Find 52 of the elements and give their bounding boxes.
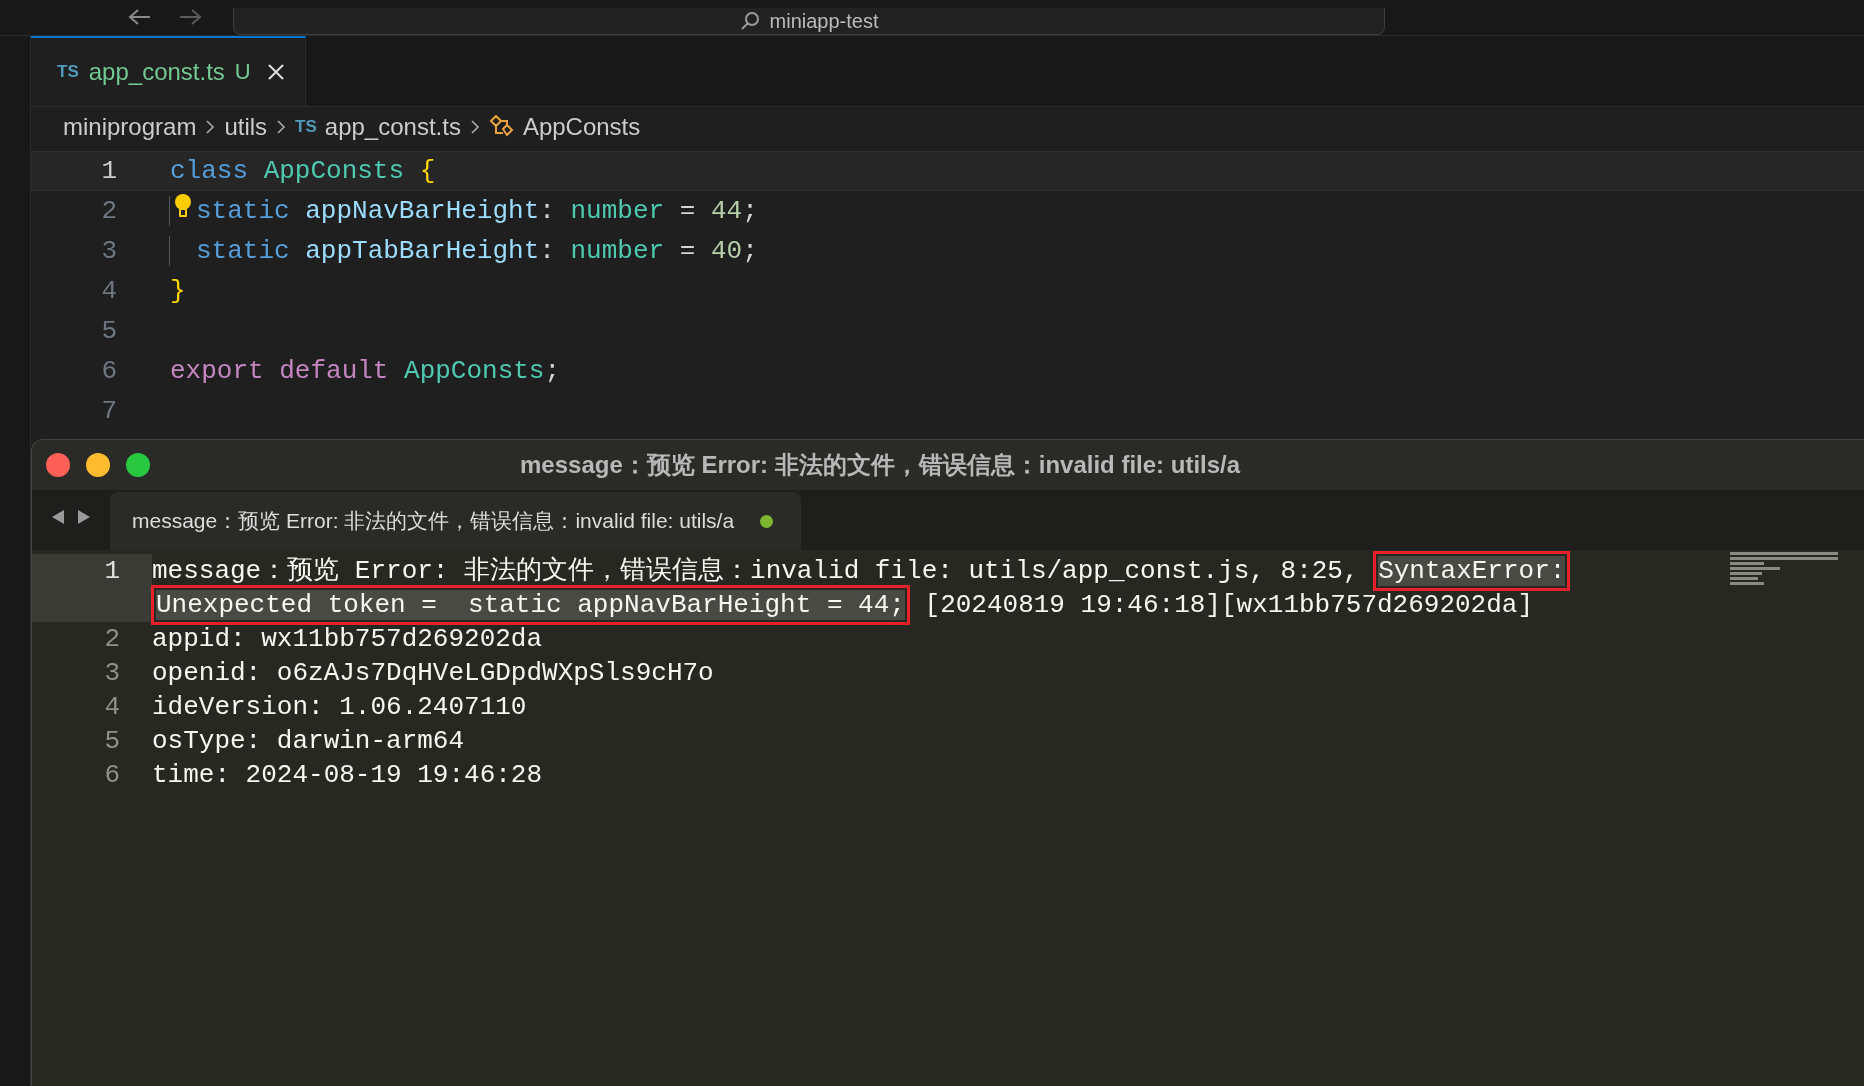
- class-icon: [488, 115, 515, 139]
- document-tab[interactable]: message：预览 Error: 非法的文件，错误信息：invalid file: utils/a: [110, 492, 802, 550]
- line-number: 4: [104, 692, 120, 722]
- back-arrow-icon[interactable]: [126, 7, 152, 27]
- log-text: openid: o6zAJs7DqHVeLGDpdWXpSls9cH7o: [152, 658, 714, 688]
- tab-label: app_const.ts: [88, 58, 225, 86]
- line-number: 1: [100, 156, 118, 186]
- close-icon[interactable]: [266, 63, 285, 81]
- close-window-button[interactable]: [46, 453, 70, 477]
- log-text: time: 2024-08-19 19:46:28: [152, 760, 543, 790]
- log-text: message：预览 Error: 非法的文件，错误信息：invalid file: utils/app_const.js, 8:25,: [152, 556, 1360, 586]
- line-number: 5: [100, 316, 118, 346]
- search-icon: [739, 11, 760, 31]
- line-number: 2: [104, 624, 120, 654]
- lightbulb-icon[interactable]: [174, 193, 192, 219]
- tab-label: message：预览 Error: 非法的文件，错误信息：invalid file: utils/a: [132, 508, 735, 534]
- window-title: message：预览 Error: 非法的文件，错误信息：invalid file: utils/a: [520, 450, 1241, 480]
- typescript-label: TS: [295, 117, 317, 137]
- line-number: 3: [100, 236, 118, 266]
- breadcrumb-item[interactable]: app_const.ts: [324, 113, 461, 141]
- typescript-label: TS: [57, 62, 79, 82]
- breadcrumb-item[interactable]: AppConsts: [522, 113, 641, 141]
- chevron-icon: [204, 118, 217, 136]
- log-text: [20240819 19:46:18][wx11bb757d269202da]: [923, 590, 1534, 620]
- chevron-icon: [275, 118, 288, 136]
- line-number: 6: [104, 760, 120, 790]
- minimize-window-button[interactable]: [86, 453, 110, 477]
- line-number: 4: [100, 276, 118, 306]
- previous-tab-icon[interactable]: [50, 508, 66, 526]
- log-text: osType: darwin-arm64: [152, 726, 465, 756]
- forward-arrow-icon[interactable]: [178, 7, 204, 27]
- line-number: 6: [100, 356, 118, 386]
- code-line: static appNavBarHeight: number = 44;: [196, 196, 758, 226]
- code-line: }: [170, 276, 186, 306]
- code-line: class AppConsts {: [170, 156, 436, 186]
- code-line: export default AppConsts;: [170, 356, 561, 386]
- breadcrumb-item[interactable]: utils: [224, 113, 268, 141]
- line-number: 3: [104, 658, 120, 688]
- next-tab-icon[interactable]: [76, 508, 92, 526]
- line-number: 5: [104, 726, 120, 756]
- code-line: static appTabBarHeight: number = 40;: [196, 236, 758, 266]
- breadcrumb-item[interactable]: miniprogram: [63, 113, 197, 141]
- line-number: 1: [104, 556, 120, 586]
- git-status: U: [234, 59, 251, 85]
- editor-tab[interactable]: TS app_const.ts U: [31, 36, 306, 106]
- line-number: 2: [100, 196, 118, 226]
- command-search-field[interactable]: miniapp-test: [233, 8, 1385, 35]
- line-number: 7: [100, 396, 118, 426]
- log-text: ideVersion: 1.06.2407110: [152, 692, 527, 722]
- log-text: appid: wx11bb757d269202da: [152, 624, 543, 654]
- chevron-icon: [468, 118, 481, 136]
- zoom-window-button[interactable]: [126, 453, 150, 477]
